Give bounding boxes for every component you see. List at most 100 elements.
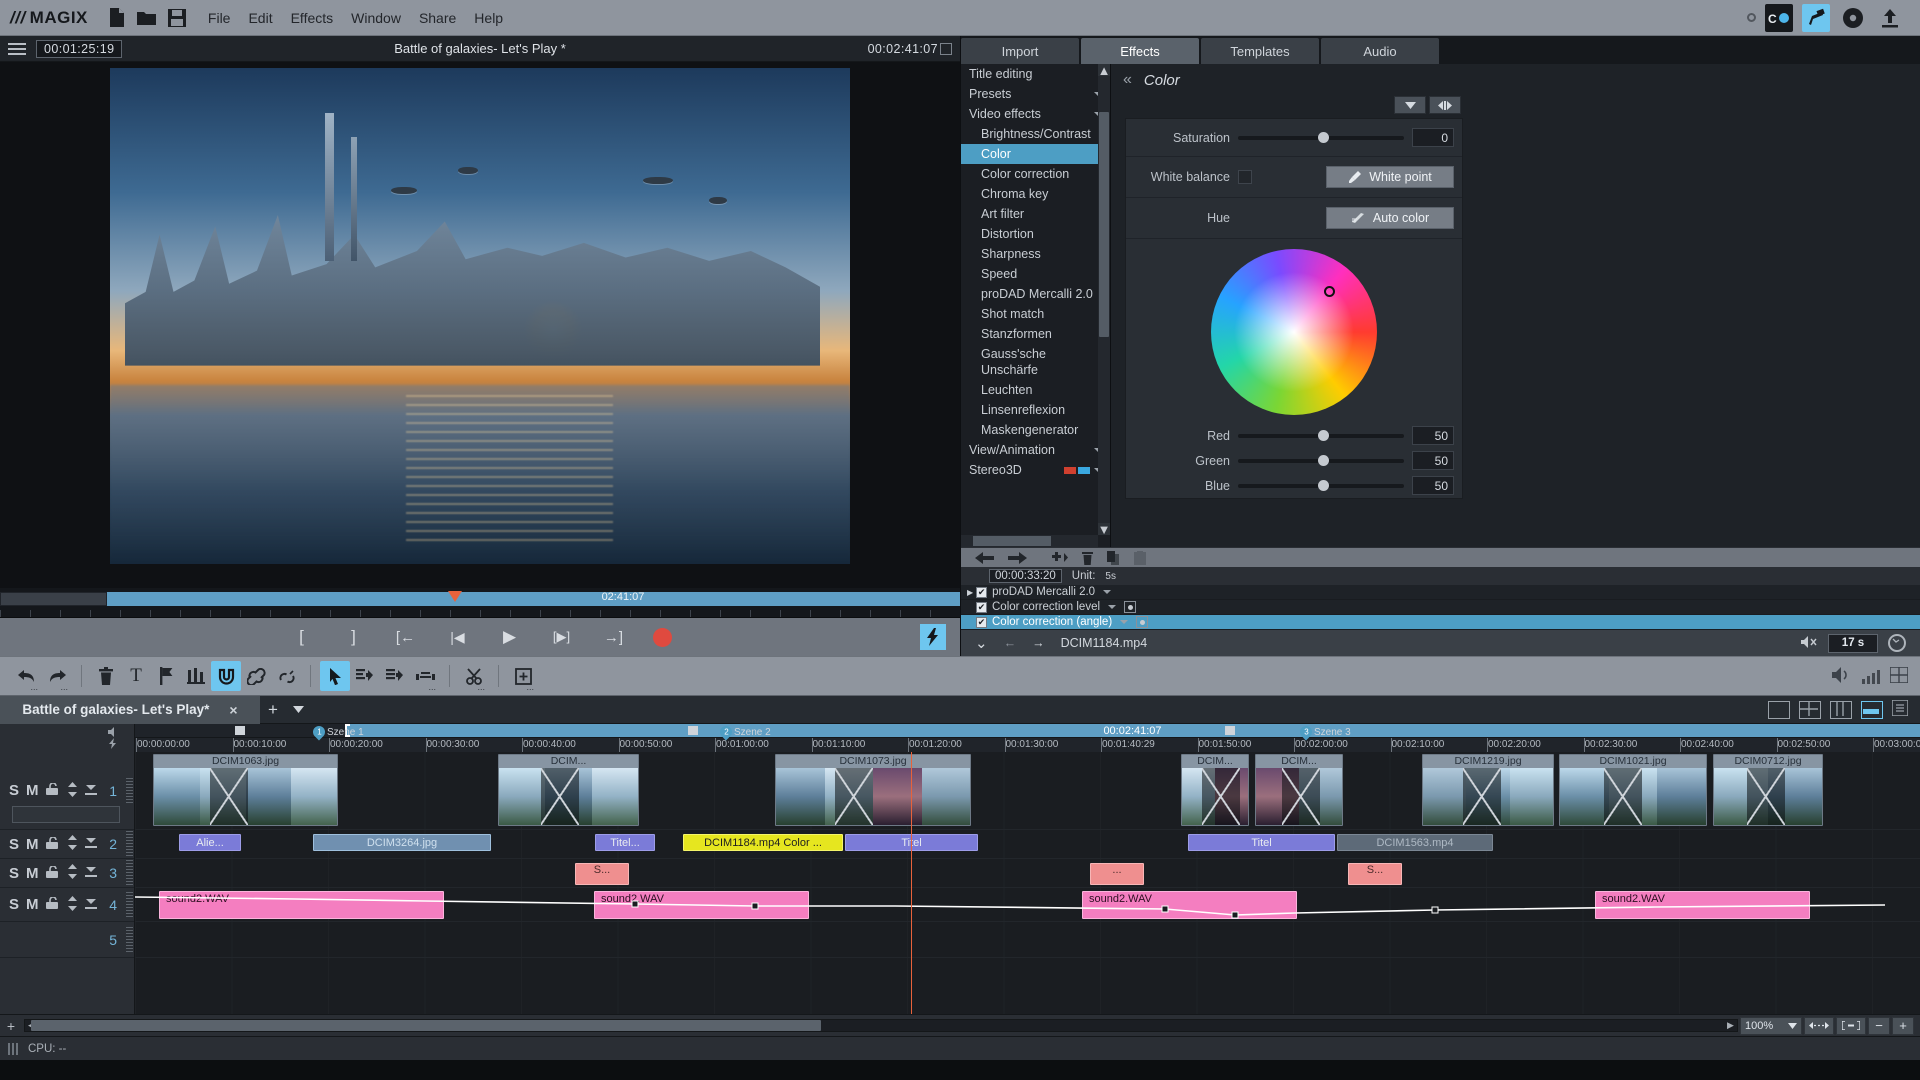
crossfade-marker[interactable] — [1282, 768, 1320, 825]
track-lanes[interactable]: DCIM1063.jpg DCIM... DCIM1073.jpg DCIM... DC… — [135, 752, 1920, 1014]
expand-triangle-icon[interactable]: ▶ — [967, 588, 973, 597]
menu-edit[interactable]: Edit — [248, 10, 272, 26]
next-object-icon[interactable]: → — [1032, 636, 1045, 650]
menu-file[interactable]: File — [208, 10, 231, 26]
crossfade-marker[interactable] — [1463, 768, 1501, 825]
mute-icon[interactable] — [1801, 635, 1818, 652]
scroll-right-icon[interactable]: ▶ — [1724, 1020, 1737, 1031]
split-scissors-button[interactable]: ... — [459, 661, 489, 692]
layout-options-icon[interactable] — [1891, 699, 1909, 719]
slider-knob[interactable] — [1317, 480, 1329, 491]
stretch-mode-button[interactable]: ... — [410, 661, 440, 692]
layout-single-icon[interactable] — [1768, 700, 1790, 719]
blue-slider[interactable] — [1238, 479, 1404, 493]
record-button[interactable] — [652, 627, 672, 647]
audio-clip[interactable]: sound2.WAV — [1082, 891, 1297, 919]
lock-icon[interactable] — [45, 864, 60, 881]
delete-button[interactable] — [91, 661, 121, 691]
fade-icon[interactable] — [84, 835, 97, 853]
effect-video-effects[interactable]: Video effects — [961, 104, 1110, 124]
preview-current-timecode[interactable]: 00:01:25:19 — [36, 39, 123, 58]
effect-gauss-unschaerfe[interactable]: Gauss'sche Unschärfe — [961, 344, 1110, 380]
preview-scrubber[interactable]: 02:41:07 — [0, 588, 960, 610]
scroll-up-arrow-icon[interactable]: ▲ — [1098, 64, 1110, 78]
keyframe-row-cc-angle[interactable]: ✔ Color correction (angle) — [961, 615, 1920, 630]
split-dropdown-icon[interactable]: ... — [477, 683, 485, 692]
blue-value[interactable]: 50 — [1412, 476, 1454, 495]
addtrack-dropdown-icon[interactable]: ... — [526, 683, 534, 692]
add-track-icon[interactable]: + — [0, 1015, 22, 1037]
effects-tree[interactable]: Title editing Presets Video effects Brig… — [961, 64, 1111, 547]
redo-button[interactable]: ... — [42, 661, 72, 692]
keyframe-checkbox[interactable]: ✔ — [976, 616, 987, 628]
scene-marker[interactable]: 3 Szene 3 — [1297, 724, 1351, 741]
auto-color-button[interactable]: Auto color — [1326, 207, 1454, 229]
timeline-hscrollbar[interactable]: ◀ ▶ — [24, 1019, 1738, 1032]
track-resize-grip[interactable] — [126, 891, 133, 918]
mark-in-button[interactable]: [ — [289, 624, 315, 650]
volume-arrows-icon[interactable] — [67, 864, 78, 882]
solo-button[interactable]: S — [9, 836, 19, 853]
timeline-ruler[interactable]: 00:02:41:07 00:00:00:00 00:00:10:00 00:00:… — [135, 724, 1920, 752]
layout-timeline-icon[interactable] — [1861, 700, 1883, 719]
effect-leuchten[interactable]: Leuchten — [961, 380, 1110, 400]
single-object-mode-button[interactable] — [350, 661, 380, 691]
keyframe-unit-value[interactable]: 5s — [1105, 571, 1116, 582]
effect-chroma-key[interactable]: Chroma key — [961, 184, 1110, 204]
fade-icon[interactable] — [84, 864, 97, 882]
keyframe-duration-value[interactable]: 17 s — [1828, 633, 1878, 653]
preview-menu-icon[interactable] — [8, 42, 26, 55]
menu-share[interactable]: Share — [419, 10, 456, 26]
track-header-5[interactable]: 5 — [0, 922, 134, 958]
auto-mix-icon[interactable] — [108, 738, 119, 752]
keyframe-timecode[interactable]: 00:00:33:20 — [989, 569, 1062, 583]
track-header-4[interactable]: S M 4 — [0, 888, 134, 922]
preview-maximize-button[interactable] — [940, 43, 952, 55]
white-balance-color-swatch[interactable] — [1238, 170, 1252, 184]
layout-storyboard-icon[interactable] — [1830, 700, 1852, 719]
small-audio-clip[interactable]: S... — [575, 863, 629, 885]
effect-art-filter[interactable]: Art filter — [961, 204, 1110, 224]
video-clip[interactable]: DCIM0712.jpg — [1713, 754, 1823, 826]
track-resize-grip[interactable] — [126, 926, 133, 953]
zoom-out-button[interactable]: − — [1868, 1016, 1890, 1035]
next-keyframe-icon[interactable] — [1008, 551, 1027, 564]
lock-icon[interactable] — [45, 896, 60, 912]
paste-keyframe-icon[interactable] — [1134, 550, 1146, 565]
title-text-button[interactable]: T — [121, 661, 151, 691]
scrollbar-thumb[interactable] — [1099, 112, 1109, 337]
previous-frame-button[interactable]: |◀ — [445, 624, 471, 650]
small-audio-clip[interactable]: ... — [1090, 863, 1144, 885]
effect-color[interactable]: Color — [961, 144, 1110, 164]
project-tab-active[interactable]: Battle of galaxies- Let's Play* × — [0, 695, 260, 724]
disc-icon[interactable] — [1839, 4, 1867, 32]
lock-icon[interactable] — [45, 835, 60, 852]
title-clip[interactable]: Titel — [1188, 834, 1335, 851]
effect-shot-match[interactable]: Shot match — [961, 304, 1110, 324]
prev-object-icon[interactable]: ← — [1004, 636, 1017, 650]
solo-button[interactable]: S — [9, 782, 19, 799]
track-header-1[interactable]: S M 1 — [0, 752, 134, 830]
green-slider[interactable] — [1238, 454, 1404, 468]
timeline-range-bar[interactable]: 00:02:41:07 — [345, 724, 1920, 737]
track-resize-grip[interactable] — [126, 777, 133, 804]
scrubber-range-bar[interactable]: 02:41:07 — [107, 591, 960, 606]
red-value[interactable]: 50 — [1412, 426, 1454, 445]
undo-dropdown-icon[interactable]: ... — [30, 683, 38, 692]
crossfade-marker[interactable] — [835, 768, 873, 825]
title-clip[interactable]: Titel... — [595, 834, 655, 851]
clock-icon[interactable] — [1888, 634, 1906, 652]
slider-knob[interactable] — [1317, 132, 1329, 143]
jump-to-end-button[interactable]: →] — [601, 624, 627, 650]
volume-arrows-icon[interactable] — [67, 781, 78, 800]
effect-speed[interactable]: Speed — [961, 264, 1110, 284]
slider-knob[interactable] — [1317, 430, 1329, 441]
play-button[interactable]: ▶ — [497, 624, 523, 650]
hue-wheel-handle[interactable] — [1323, 285, 1335, 297]
scene-marker[interactable]: 1 Szene 1 — [310, 724, 364, 741]
keyframe-checkbox[interactable]: ✔ — [976, 586, 988, 598]
hscrollbar-thumb[interactable] — [973, 536, 1051, 546]
keyframe-row-cc-level[interactable]: ✔ Color correction level — [961, 600, 1920, 615]
reset-effect-button[interactable] — [1429, 96, 1461, 114]
effect-color-correction[interactable]: Color correction — [961, 164, 1110, 184]
